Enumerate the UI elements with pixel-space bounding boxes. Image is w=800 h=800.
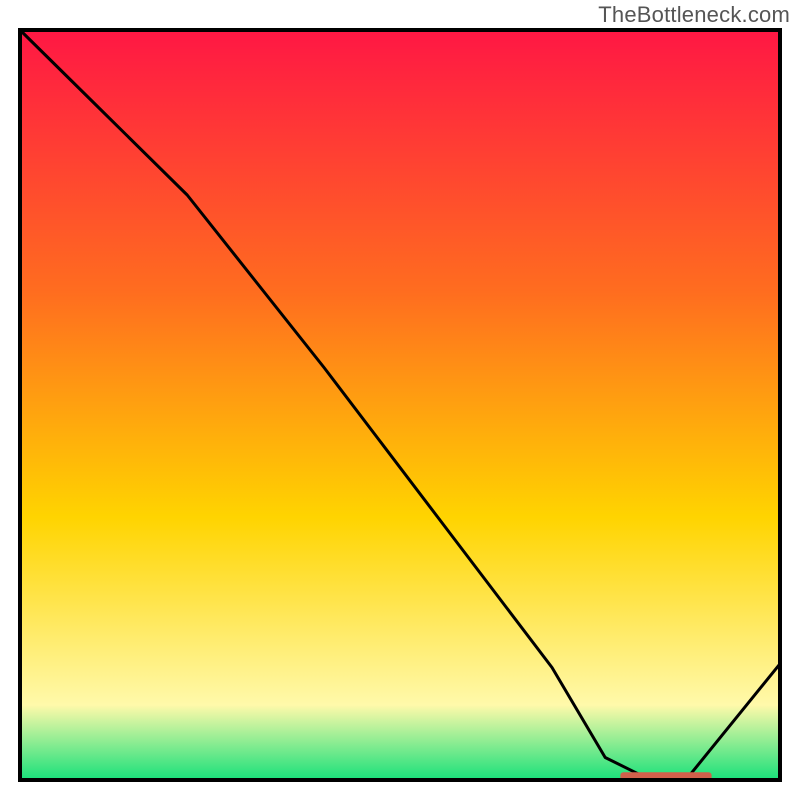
attribution-text: TheBottleneck.com: [598, 2, 790, 28]
chart-svg: [18, 28, 782, 782]
chart-stage: TheBottleneck.com: [0, 0, 800, 800]
plot-area: [18, 28, 782, 782]
